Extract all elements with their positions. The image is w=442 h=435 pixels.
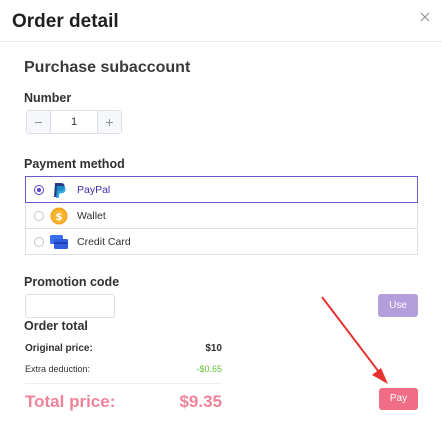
extra-deduction-label: Extra deduction:	[25, 364, 91, 374]
increment-button[interactable]: +	[97, 111, 121, 133]
payment-option-credit-card[interactable]: Credit Card	[25, 228, 418, 255]
original-price-value: $10	[205, 343, 222, 354]
use-promo-button[interactable]: Use	[378, 294, 418, 317]
payment-option-label: Credit Card	[77, 236, 131, 248]
order-total-label: Order total	[24, 319, 88, 333]
original-price-label: Original price:	[25, 343, 93, 354]
paypal-icon	[54, 183, 66, 198]
payment-option-label: Wallet	[77, 210, 106, 222]
total-price-label: Total price:	[25, 392, 116, 411]
payment-option-wallet[interactable]: $ Wallet	[25, 202, 418, 229]
radio-paypal[interactable]	[34, 185, 44, 195]
payment-option-label: PayPal	[77, 184, 111, 196]
number-label: Number	[24, 91, 72, 105]
promotion-code-input[interactable]	[25, 294, 115, 318]
pay-button[interactable]: Pay	[379, 388, 418, 410]
payment-method-list: PayPal $ Wallet Credit Card	[25, 176, 418, 255]
svg-text:$: $	[56, 212, 63, 223]
promotion-code-label: Promotion code	[24, 275, 120, 289]
wallet-coin-icon: $	[50, 207, 68, 225]
radio-wallet[interactable]	[34, 211, 44, 221]
section-title: Purchase subaccount	[24, 59, 191, 76]
extra-deduction-value: -$0.65	[196, 364, 222, 374]
payment-option-paypal[interactable]: PayPal	[25, 176, 418, 203]
quantity-stepper: − 1 +	[26, 110, 122, 134]
total-divider	[25, 383, 222, 384]
radio-credit-card[interactable]	[34, 237, 44, 247]
credit-card-icon	[50, 235, 68, 249]
total-price-value: $9.35	[179, 392, 222, 411]
decrement-button[interactable]: −	[27, 111, 51, 133]
payment-method-label: Payment method	[24, 157, 125, 171]
close-icon[interactable]	[418, 10, 432, 24]
dialog-header: Order detail	[0, 0, 442, 42]
dialog-title: Order detail	[12, 11, 119, 32]
quantity-input[interactable]: 1	[51, 111, 97, 133]
